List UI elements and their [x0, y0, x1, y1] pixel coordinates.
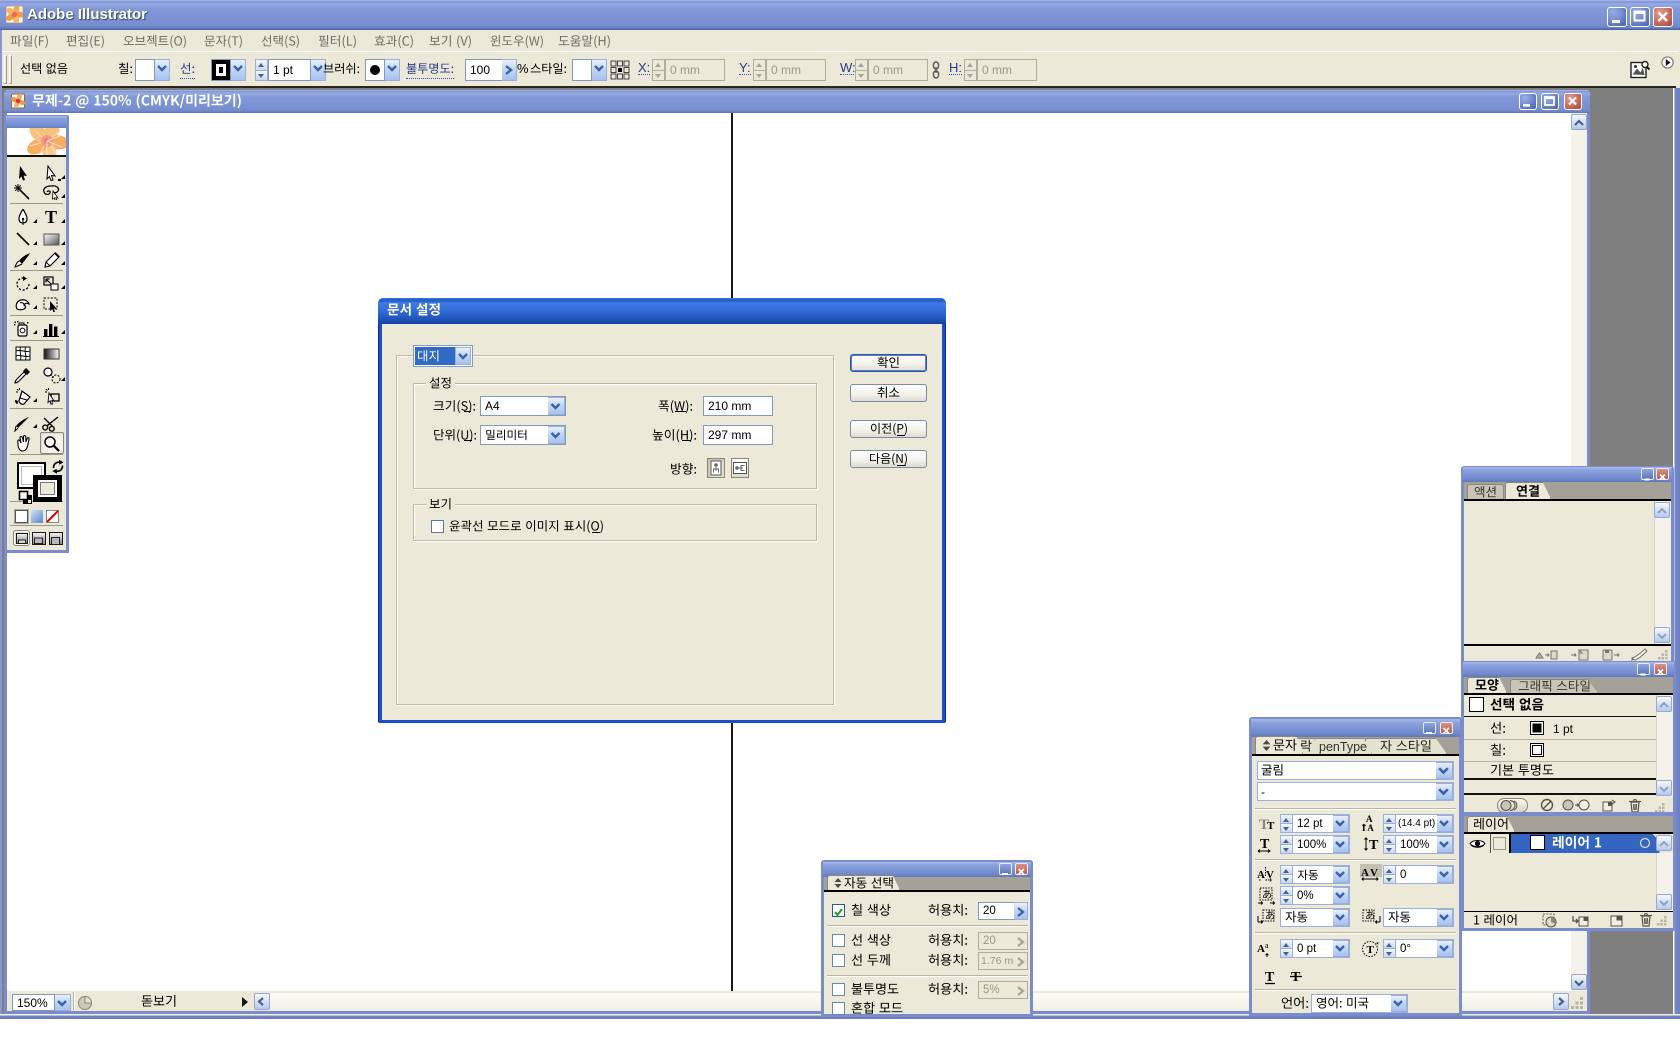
- svg-text:A: A: [1257, 869, 1265, 881]
- svg-text:あ: あ: [1262, 889, 1272, 901]
- svg-text:T: T: [1369, 838, 1379, 853]
- svg-text:T: T: [1367, 944, 1375, 956]
- svg-text:あ: あ: [1265, 910, 1275, 922]
- svg-text:T: T: [1265, 970, 1275, 985]
- svg-text:A: A: [1257, 943, 1265, 955]
- svg-text:a: a: [1265, 941, 1269, 950]
- svg-text:あ: あ: [1365, 910, 1375, 922]
- svg-text:A: A: [1361, 867, 1369, 879]
- svg-text:T: T: [45, 209, 57, 225]
- svg-text:T: T: [1291, 970, 1301, 985]
- svg-text:T: T: [1267, 820, 1275, 832]
